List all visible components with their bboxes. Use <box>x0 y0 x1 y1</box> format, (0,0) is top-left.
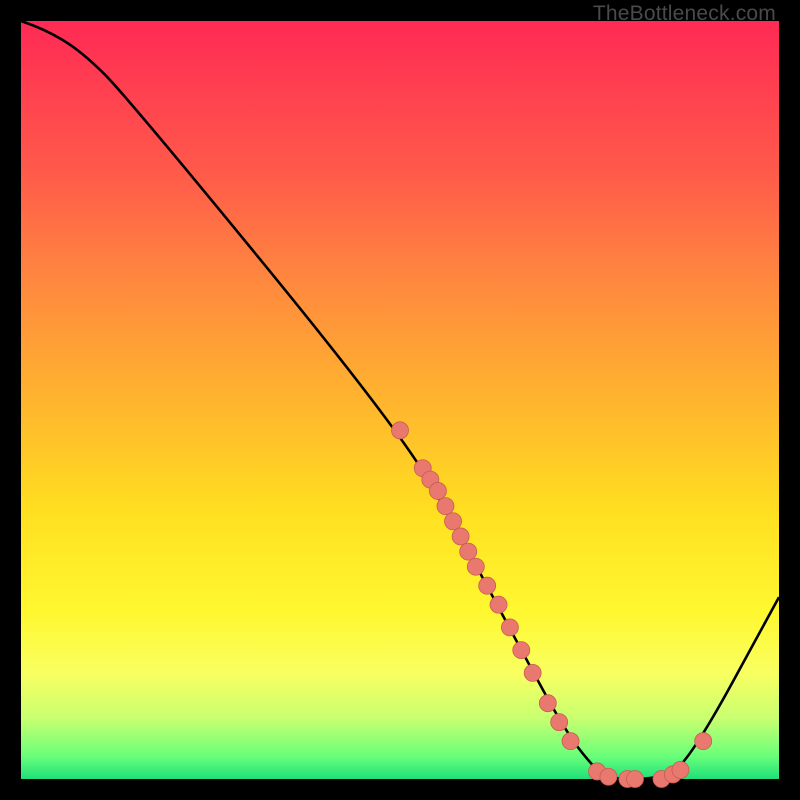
data-marker <box>524 664 541 681</box>
data-marker <box>695 733 712 750</box>
data-marker <box>672 761 689 778</box>
data-marker <box>626 771 643 788</box>
data-marker <box>490 596 507 613</box>
data-marker <box>551 714 568 731</box>
data-marker <box>600 768 617 785</box>
chart-svg <box>21 21 779 779</box>
data-marker <box>429 482 446 499</box>
chart-plot-area <box>21 21 779 779</box>
data-markers <box>392 422 712 788</box>
data-marker <box>445 513 462 530</box>
data-marker <box>562 733 579 750</box>
image-root: TheBottleneck.com <box>0 0 800 800</box>
data-marker <box>513 642 530 659</box>
data-marker <box>392 422 409 439</box>
data-marker <box>452 528 469 545</box>
data-marker <box>467 558 484 575</box>
data-marker <box>501 619 518 636</box>
data-marker <box>460 543 477 560</box>
data-marker <box>479 577 496 594</box>
curve-line <box>21 21 779 779</box>
data-marker <box>437 498 454 515</box>
data-marker <box>539 695 556 712</box>
